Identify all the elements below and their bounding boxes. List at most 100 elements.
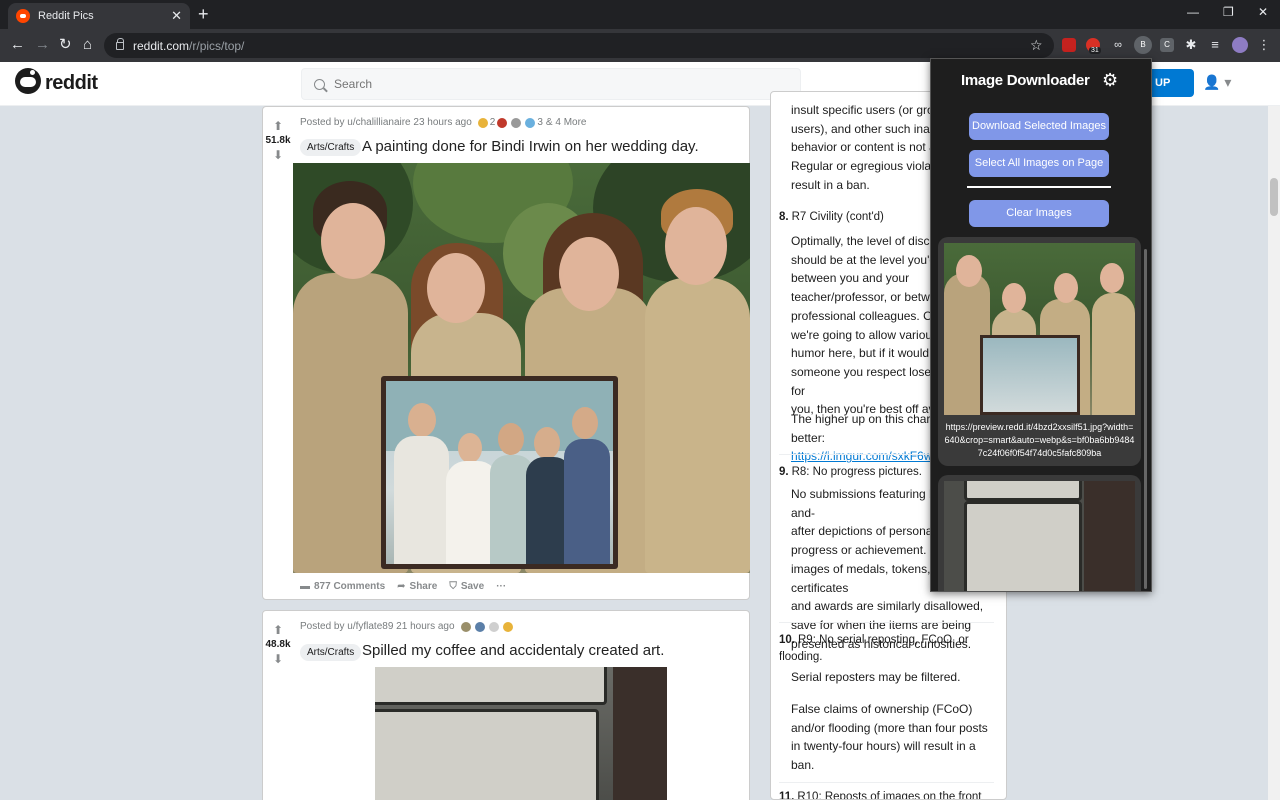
divider <box>779 782 994 783</box>
downvote-icon[interactable]: ⬇ <box>263 148 293 162</box>
image-url: https://preview.redd.it/4bzd2xxsilf51.jp… <box>944 422 1135 458</box>
bookmark-star-icon[interactable]: ☆ <box>1030 37 1043 54</box>
award-count: 2 <box>489 117 496 128</box>
image-thumbnail[interactable] <box>944 243 1135 415</box>
image-card[interactable]: https://preview.redd.it/4bzd2xxsilf51.jp… <box>938 237 1141 466</box>
download-selected-button[interactable]: Download Selected Images <box>969 113 1109 140</box>
rule-10-text: False claims of ownership (FCoO) and/or … <box>791 702 988 773</box>
window-close-icon[interactable]: ✕ <box>1258 5 1268 19</box>
comments-button[interactable]: ▬ 877 Comments <box>300 581 385 592</box>
select-all-button[interactable]: Select All Images on Page <box>969 150 1109 177</box>
post-image[interactable] <box>375 667 667 800</box>
more-options-button[interactable]: ··· <box>496 581 506 592</box>
user-dropdown-icon[interactable]: 👤 ▾ <box>1203 74 1231 91</box>
upvote-icon[interactable]: ⬆ <box>263 623 293 637</box>
popup-scrollbar[interactable] <box>1144 249 1147 589</box>
post-flair[interactable]: Arts/Crafts <box>300 139 362 156</box>
reddit-wordmark[interactable]: reddit <box>45 72 98 95</box>
comment-icon: ▬ <box>300 581 310 592</box>
reload-icon[interactable]: ↻ <box>59 36 72 54</box>
tab-close-icon[interactable]: ✕ <box>171 8 182 24</box>
browser-tab-strip: Reddit Pics ✕ + — ❐ ✕ <box>0 0 1280 29</box>
tile-shape <box>375 667 607 705</box>
post-card[interactable]: ⬆ 51.8k ⬇ Posted by u/chalillianaire 23 … <box>262 106 750 600</box>
gear-icon[interactable]: ⚙ <box>1102 70 1118 91</box>
head-shape <box>559 237 619 311</box>
new-tab-button[interactable]: + <box>198 4 209 25</box>
comments-count: 877 Comments <box>314 581 386 592</box>
image-downloader-popup: Image Downloader ⚙ Download Selected Ima… <box>930 58 1152 592</box>
bookmark-icon: ⛉ <box>449 581 457 592</box>
posted-by[interactable]: Posted by u/fyflate89 21 hours ago <box>300 621 455 632</box>
posted-by[interactable]: Posted by u/chalillianaire 23 hours ago <box>300 117 472 128</box>
search-input[interactable] <box>334 77 734 91</box>
vote-column: ⬆ 48.8k ⬇ <box>263 623 293 666</box>
extension-red-icon[interactable] <box>1062 38 1076 52</box>
award-icon <box>474 621 485 632</box>
post-meta: Posted by u/chalillianaire 23 hours ago … <box>300 117 586 128</box>
save-button[interactable]: ⛉ Save <box>449 581 484 592</box>
post-score: 48.8k <box>265 639 291 650</box>
profile-avatar-icon[interactable] <box>1232 37 1248 53</box>
award-icon <box>525 117 536 128</box>
head-shape <box>321 203 385 279</box>
browser-tab[interactable]: Reddit Pics ✕ <box>8 3 190 29</box>
share-icon: ➦ <box>397 581 406 592</box>
extension-incognito-icon[interactable]: ∞ <box>1111 38 1125 52</box>
page-scrollbar-thumb[interactable] <box>1270 178 1278 216</box>
tile-shape <box>375 709 599 800</box>
divider <box>779 622 994 623</box>
extension-b-icon[interactable]: B <box>1134 36 1152 54</box>
reddit-search-bar[interactable] <box>301 68 801 100</box>
post-title[interactable]: A painting done for Bindi Irwin on her w… <box>362 138 699 155</box>
extension-c-icon[interactable]: C <box>1160 38 1174 52</box>
rule-10-text: Serial reposters may be filtered. <box>791 670 961 684</box>
person-shape <box>645 278 750 573</box>
back-icon[interactable]: ← <box>10 36 25 54</box>
popup-divider <box>967 186 1111 188</box>
rule-11-header[interactable]: 11. R10: Reposts of images on the front <box>779 789 984 799</box>
award-icon <box>488 621 499 632</box>
post-title[interactable]: Spilled my coffee and accidentaly create… <box>362 642 664 659</box>
url-host: reddit.com <box>133 38 190 53</box>
post-image[interactable] <box>293 163 750 573</box>
tab-title: Reddit Pics <box>38 10 94 22</box>
lock-icon <box>116 37 124 50</box>
rule-10-header[interactable]: 10. R9: No serial reposting, FCoO, or flo… <box>779 632 984 666</box>
extension-badge: 31 <box>1089 47 1101 54</box>
painting-frame <box>381 376 618 569</box>
image-thumbnail[interactable] <box>944 481 1135 591</box>
painting-canvas <box>386 381 613 564</box>
award-icon <box>497 117 508 128</box>
post-card[interactable]: ⬆ 48.8k ⬇ Posted by u/fyflate89 21 hours… <box>262 610 750 800</box>
minimize-icon[interactable]: — <box>1187 5 1199 19</box>
vote-column: ⬆ 51.8k ⬇ <box>263 119 293 162</box>
post-actions: ▬ 877 Comments ➦ Share ⛉ Save ··· <box>300 581 506 592</box>
reading-list-icon[interactable]: ≡ <box>1208 38 1222 52</box>
downvote-icon[interactable]: ⬇ <box>263 652 293 666</box>
extensions-puzzle-icon[interactable]: ✱ <box>1184 38 1198 52</box>
post-flair[interactable]: Arts/Crafts <box>300 644 362 661</box>
head-shape <box>427 253 485 323</box>
award-icon <box>460 621 471 632</box>
signup-button[interactable]: UP <box>1148 69 1194 97</box>
more-awards[interactable]: & 4 More <box>546 117 587 128</box>
popup-title: Image Downloader <box>961 72 1090 89</box>
award-icon <box>477 117 488 128</box>
share-button[interactable]: ➦ Share <box>397 581 437 592</box>
reddit-logo-icon[interactable] <box>15 68 41 94</box>
share-label: Share <box>409 581 438 592</box>
address-bar[interactable]: reddit.com/r/pics/top/ <box>104 33 1054 58</box>
home-icon[interactable]: ⌂ <box>83 36 92 54</box>
award-icon <box>502 621 513 632</box>
image-card[interactable] <box>938 475 1141 591</box>
clear-images-button[interactable]: Clear Images <box>969 200 1109 227</box>
url-path: /r/pics/top/ <box>189 38 245 53</box>
post-meta: Posted by u/fyflate89 21 hours ago <box>300 621 515 632</box>
forward-icon[interactable]: → <box>35 36 50 54</box>
upvote-icon[interactable]: ⬆ <box>263 119 293 133</box>
reddit-favicon-icon <box>16 9 30 23</box>
award-count: 3 <box>537 117 543 128</box>
maximize-icon[interactable]: ❐ <box>1223 5 1234 19</box>
browser-menu-icon[interactable]: ⋮ <box>1257 38 1271 52</box>
